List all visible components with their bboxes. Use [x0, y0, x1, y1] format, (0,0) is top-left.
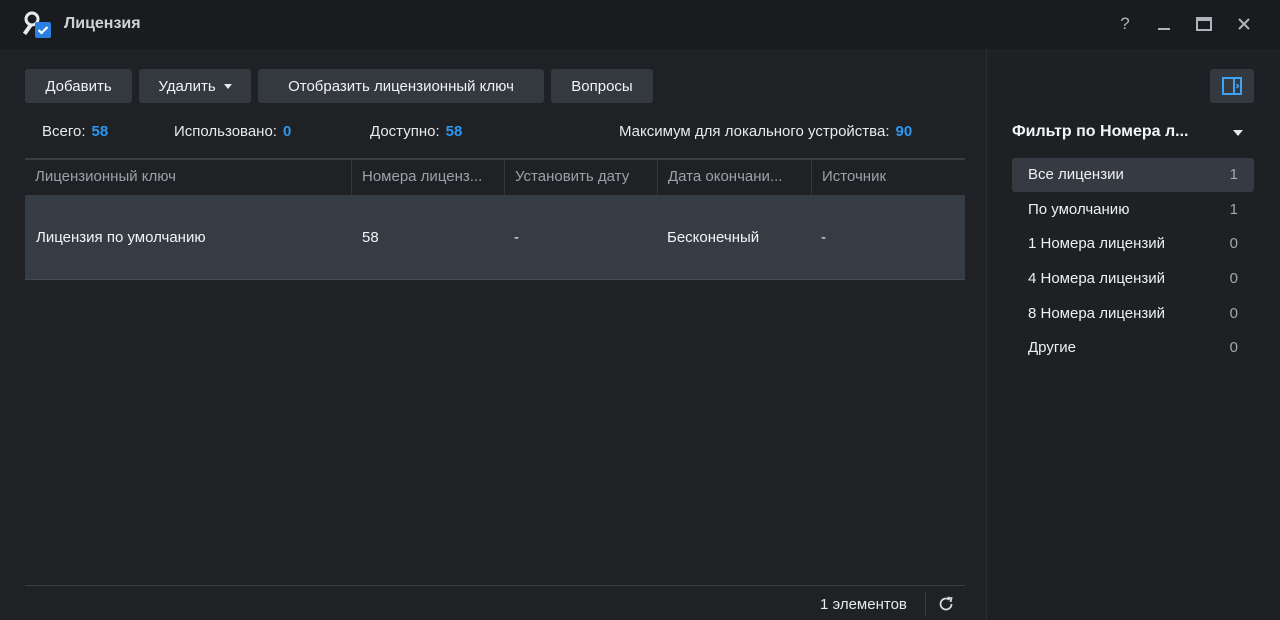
stat-total-value: 58: [91, 123, 109, 140]
stat-total: Всего: 58: [42, 123, 108, 140]
faq-button[interactable]: Вопросы: [551, 69, 653, 103]
stat-used-value: 0: [282, 123, 292, 140]
filter-item-count: 0: [1229, 270, 1238, 287]
filter-item-1-license[interactable]: 1 Номера лицензий 0: [1012, 227, 1254, 261]
minimize-icon: [1158, 28, 1170, 30]
filter-item-label: По умолчанию: [1028, 201, 1130, 218]
delete-button[interactable]: Удалить: [139, 69, 251, 103]
title-bar: Лицензия ?: [0, 0, 1280, 49]
toggle-side-panel-button[interactable]: [1210, 69, 1254, 103]
table-bottom-border: [25, 585, 965, 586]
column-header-license-numbers[interactable]: Номера лиценз...: [351, 160, 505, 195]
column-header-install-date[interactable]: Установить дату: [504, 160, 658, 195]
column-header-source[interactable]: Источник: [811, 160, 965, 195]
filter-item-label: 8 Номера лицензий: [1028, 305, 1166, 322]
cell-install-date: -: [514, 229, 519, 246]
filter-item-count: 0: [1229, 305, 1238, 322]
chevron-down-icon: [223, 83, 232, 89]
stat-available: Доступно: 58: [370, 123, 462, 140]
stat-available-value: 58: [445, 123, 463, 140]
side-panel-icon: [1222, 77, 1242, 95]
show-license-key-button[interactable]: Отобразить лицензионный ключ: [258, 69, 544, 103]
maximize-icon: [1196, 17, 1212, 31]
filter-item-other[interactable]: Другие 0: [1012, 331, 1254, 365]
show-license-key-label: Отобразить лицензионный ключ: [288, 77, 514, 95]
filter-item-8-licenses[interactable]: 8 Номера лицензий 0: [1012, 297, 1254, 331]
filter-item-label: Все лицензии: [1028, 166, 1124, 183]
faq-button-label: Вопросы: [571, 77, 633, 95]
filter-item-default[interactable]: По умолчанию 1: [1012, 193, 1254, 227]
cell-license-key: Лицензия по умолчанию: [36, 229, 206, 246]
stat-max-local: Максимум для локального устройства: 90: [619, 123, 912, 140]
add-button[interactable]: Добавить: [25, 69, 132, 103]
item-count: 1 элементов: [820, 596, 907, 613]
filter-item-4-licenses[interactable]: 4 Номера лицензий 0: [1012, 262, 1254, 296]
close-icon: [1238, 18, 1250, 30]
cell-source: -: [821, 229, 826, 246]
stat-used-label: Использовано:: [174, 123, 277, 140]
help-button[interactable]: ?: [1113, 12, 1137, 36]
filter-item-label: 4 Номера лицензий: [1028, 270, 1166, 287]
add-button-label: Добавить: [45, 77, 112, 95]
window-title: Лицензия: [64, 15, 141, 32]
minimize-button[interactable]: [1152, 12, 1176, 36]
stat-available-label: Доступно:: [370, 123, 440, 140]
filter-item-count: 1: [1229, 201, 1238, 218]
filter-item-count: 1: [1229, 166, 1238, 183]
license-key-icon: [22, 10, 52, 40]
filter-item-count: 0: [1229, 235, 1238, 252]
refresh-button[interactable]: [935, 593, 957, 615]
stat-max-label: Максимум для локального устройства:: [619, 123, 890, 140]
maximize-button[interactable]: [1192, 12, 1216, 36]
column-header-expiry-date[interactable]: Дата окончани...: [657, 160, 812, 195]
filter-item-all-licenses[interactable]: Все лицензии 1: [1012, 158, 1254, 192]
close-button[interactable]: [1232, 12, 1256, 36]
stat-total-label: Всего:: [42, 123, 86, 140]
delete-button-label: Удалить: [158, 77, 216, 95]
cell-license-numbers: 58: [362, 229, 379, 246]
footer-divider: [925, 592, 926, 616]
stat-max-value: 90: [895, 123, 913, 140]
cell-expiry-date: Бесконечный: [667, 229, 760, 246]
chevron-down-icon[interactable]: [1233, 130, 1243, 136]
filter-title[interactable]: Фильтр по Номера л...: [1012, 123, 1189, 141]
column-header-license-key[interactable]: Лицензионный ключ: [25, 160, 351, 195]
refresh-icon: [939, 596, 953, 611]
filter-item-count: 0: [1229, 339, 1238, 356]
filter-item-label: 1 Номера лицензий: [1028, 235, 1166, 252]
stat-used: Использовано: 0: [174, 123, 291, 140]
filter-item-label: Другие: [1028, 339, 1077, 356]
